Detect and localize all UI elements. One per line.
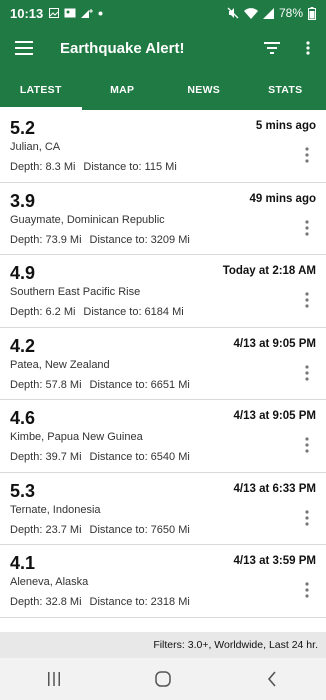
depth: Depth: 73.9 Mi	[10, 233, 82, 246]
wifi-icon	[243, 7, 258, 19]
menu-button[interactable]	[0, 26, 48, 70]
magnitude: 4.1	[10, 553, 36, 573]
app-title: Earthquake Alert!	[60, 39, 185, 57]
hamburger-menu-icon	[15, 41, 33, 55]
earthquake-item[interactable]: 5.3 4/13 at 6:33 PM Ternate, Indonesia D…	[0, 473, 326, 545]
distance: Distance to: 7650 Mi	[89, 523, 190, 536]
filter-summary-text: Filters: 3.0+, Worldwide, Last 24 hr.	[153, 639, 318, 651]
earthquake-list[interactable]: 5.2 5 mins ago Julian, CA Depth: 8.3 Mi D…	[0, 110, 326, 632]
battery-level: 78%	[278, 6, 303, 20]
tab-latest[interactable]: LATEST	[0, 70, 82, 110]
location: Julian, CA	[10, 141, 61, 153]
time: 4/13 at 9:05 PM	[233, 410, 316, 422]
location: Ternate, Indonesia	[10, 503, 101, 516]
back-icon	[267, 671, 276, 687]
depth: Depth: 39.7 Mi	[10, 451, 82, 463]
earthquake-item[interactable]: 5.2 5 mins ago Julian, CA Depth: 8.3 Mi D…	[0, 110, 326, 183]
notification-icons	[49, 8, 103, 18]
magnitude: 4.2	[10, 335, 36, 356]
time: 49 mins ago	[249, 192, 316, 205]
dot-icon	[98, 11, 103, 15]
tab-map[interactable]: MAP	[82, 70, 164, 110]
distance: Distance to: 6184 Mi	[83, 306, 184, 318]
overflow-menu-button[interactable]	[290, 26, 326, 70]
depth: Depth: 8.3 Mi	[10, 161, 76, 173]
item-menu-icon[interactable]	[302, 219, 312, 237]
tab-news[interactable]: NEWS	[163, 70, 245, 110]
distance: Distance to: 3209 Mi	[89, 233, 190, 246]
magnitude: 3.9	[10, 190, 36, 211]
location: Aleneva, Alaska	[10, 576, 89, 588]
magnitude: 4.9	[10, 263, 36, 283]
cell-signal-icon	[262, 7, 274, 19]
tab-bar: LATEST MAP NEWS STATS	[0, 70, 326, 110]
earthquake-item[interactable]: 4.1 4/13 at 3:59 PM Aleneva, Alaska Dept…	[0, 545, 326, 618]
item-menu-icon[interactable]	[302, 581, 312, 599]
depth: Depth: 32.8 Mi	[10, 596, 82, 608]
distance: Distance to: 6651 Mi	[89, 378, 190, 391]
tab-stats[interactable]: STATS	[245, 70, 326, 110]
location: Southern East Pacific Rise	[10, 286, 141, 298]
distance: Distance to: 6540 Mi	[89, 451, 190, 463]
earthquake-item[interactable]: 3.9 49 mins ago Guaymate, Dominican Repu…	[0, 183, 326, 255]
depth: Depth: 23.7 Mi	[10, 523, 82, 536]
item-menu-icon[interactable]	[302, 364, 312, 382]
depth: Depth: 57.8 Mi	[10, 378, 82, 391]
gallery-icon	[49, 8, 60, 18]
details: Depth: 39.7 Mi Distance to: 6540 Mi	[10, 451, 190, 463]
details: Depth: 73.9 Mi Distance to: 3209 Mi	[10, 234, 190, 246]
filter-icon	[264, 42, 280, 54]
details: Depth: 57.8 Mi Distance to: 6651 Mi	[10, 379, 190, 391]
recents-button[interactable]	[34, 659, 74, 699]
back-button[interactable]	[252, 659, 292, 699]
depth: Depth: 6.2 Mi	[10, 306, 76, 318]
vertical-dots-icon	[306, 41, 310, 55]
earthquake-item[interactable]: 4.6 4/13 at 9:05 PM Kimbe, Papua New Gui…	[0, 400, 326, 473]
distance: Distance to: 115 Mi	[83, 161, 177, 173]
item-menu-icon[interactable]	[302, 509, 312, 527]
item-menu-icon[interactable]	[302, 291, 312, 309]
magnitude: 4.6	[10, 408, 36, 428]
filter-button[interactable]	[254, 26, 290, 70]
filter-summary[interactable]: Filters: 3.0+, Worldwide, Last 24 hr.	[0, 632, 326, 658]
earthquake-item[interactable]: 4.2 4/13 at 9:05 PM Patea, New Zealand D…	[0, 328, 326, 400]
time: Today at 2:18 AM	[222, 265, 316, 277]
details: Depth: 8.3 Mi Distance to: 115 Mi	[10, 161, 177, 173]
time: 4/13 at 9:05 PM	[233, 337, 316, 350]
location: Kimbe, Papua New Guinea	[10, 431, 143, 443]
time: 4/13 at 3:59 PM	[233, 555, 316, 567]
status-time: 10:13	[10, 5, 44, 21]
details: Depth: 23.7 Mi Distance to: 7650 Mi	[10, 524, 190, 536]
recents-icon	[48, 672, 61, 686]
details: Depth: 32.8 Mi Distance to: 2318 Mi	[10, 596, 190, 608]
item-menu-icon[interactable]	[302, 436, 312, 454]
app-bar: Earthquake Alert!	[0, 26, 326, 70]
magnitude: 5.2	[10, 118, 36, 138]
status-right: 78%	[227, 6, 316, 20]
home-button[interactable]	[143, 659, 183, 699]
item-menu-icon[interactable]	[302, 146, 312, 164]
signal-plus-icon	[81, 9, 94, 18]
photo-icon	[64, 8, 76, 18]
distance: Distance to: 2318 Mi	[89, 596, 190, 608]
mute-icon	[227, 7, 239, 19]
battery-icon	[308, 6, 316, 20]
location: Guaymate, Dominican Republic	[10, 213, 165, 226]
time: 5 mins ago	[255, 120, 316, 132]
status-bar: 10:13 78%	[0, 0, 326, 26]
location: Patea, New Zealand	[10, 358, 110, 371]
details: Depth: 6.2 Mi Distance to: 6184 Mi	[10, 306, 184, 318]
time: 4/13 at 6:33 PM	[233, 482, 316, 495]
earthquake-item[interactable]: 4.9 Today at 2:18 AM Southern East Pacif…	[0, 255, 326, 328]
magnitude: 5.3	[10, 480, 36, 501]
system-nav-bar	[0, 658, 326, 700]
home-icon	[155, 671, 171, 687]
